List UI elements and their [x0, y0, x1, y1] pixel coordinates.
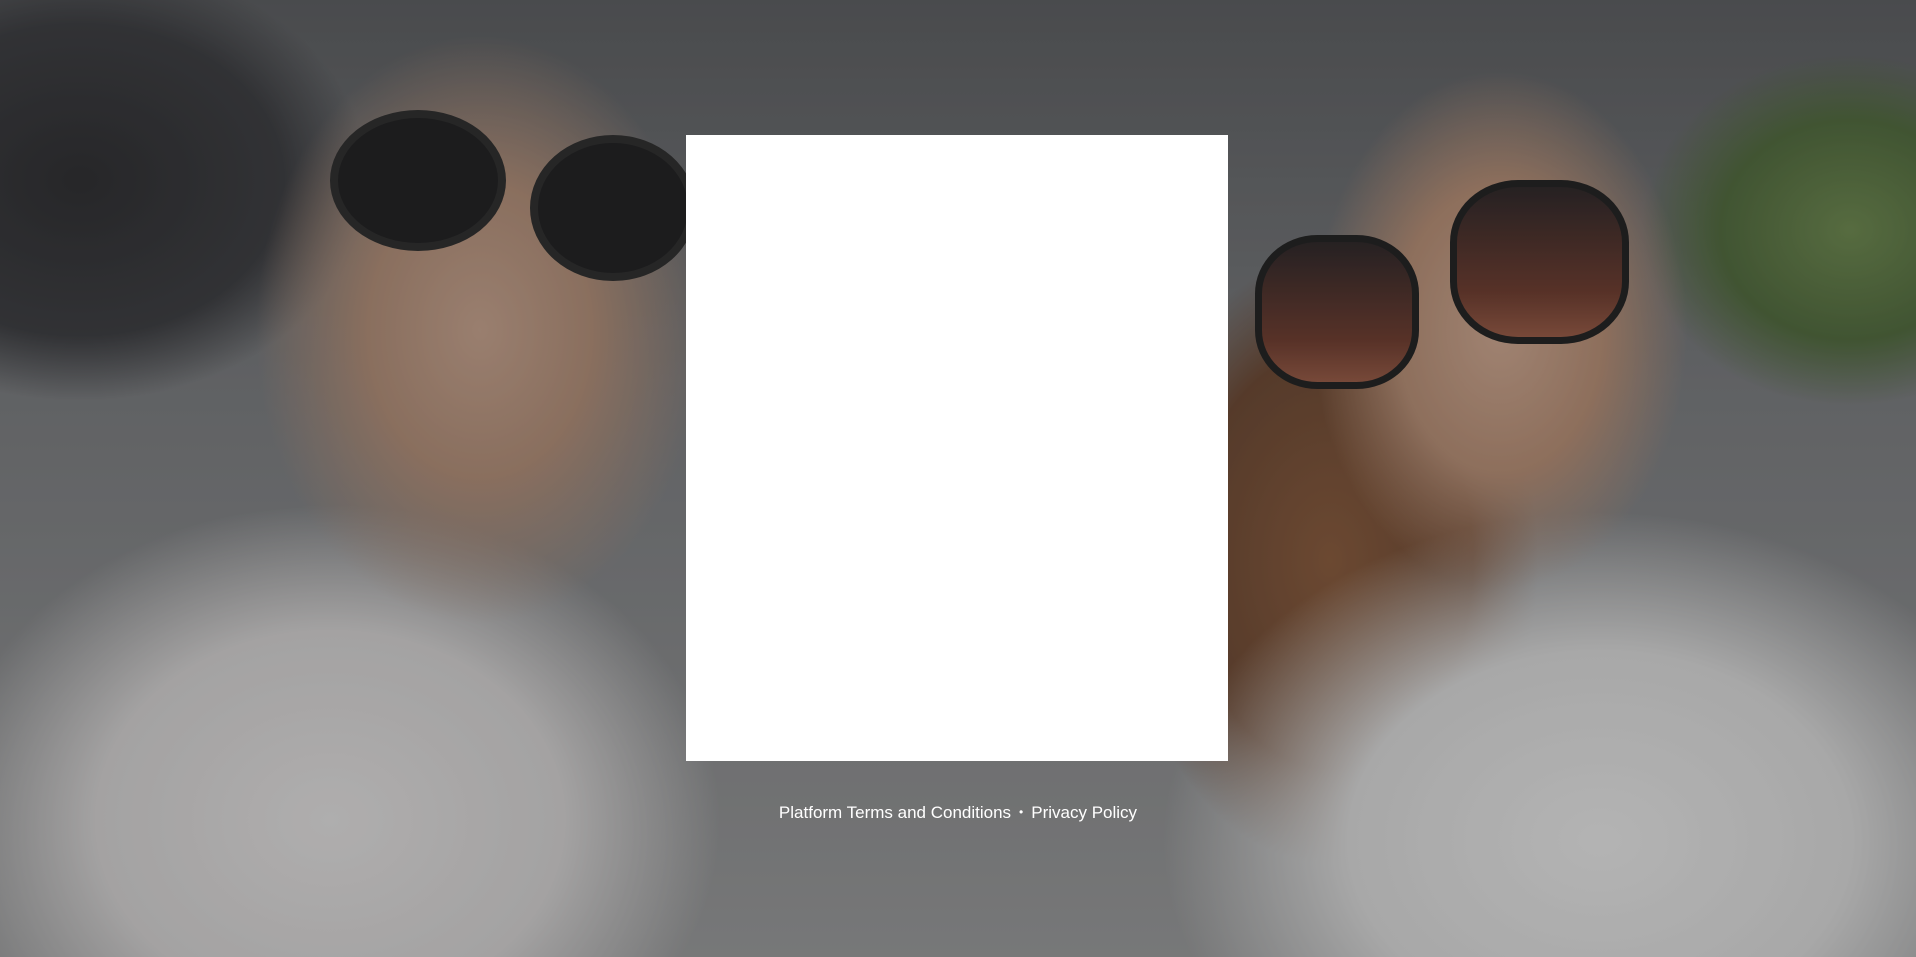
footer-links: Platform Terms and Conditions • Privacy Po… [0, 801, 1916, 824]
login-card [686, 135, 1228, 761]
privacy-policy-link[interactable]: Privacy Policy [1031, 803, 1137, 822]
footer-separator: • [1019, 805, 1024, 819]
terms-link[interactable]: Platform Terms and Conditions [779, 803, 1011, 822]
page: Platform Terms and Conditions • Privacy Po… [0, 0, 1916, 957]
